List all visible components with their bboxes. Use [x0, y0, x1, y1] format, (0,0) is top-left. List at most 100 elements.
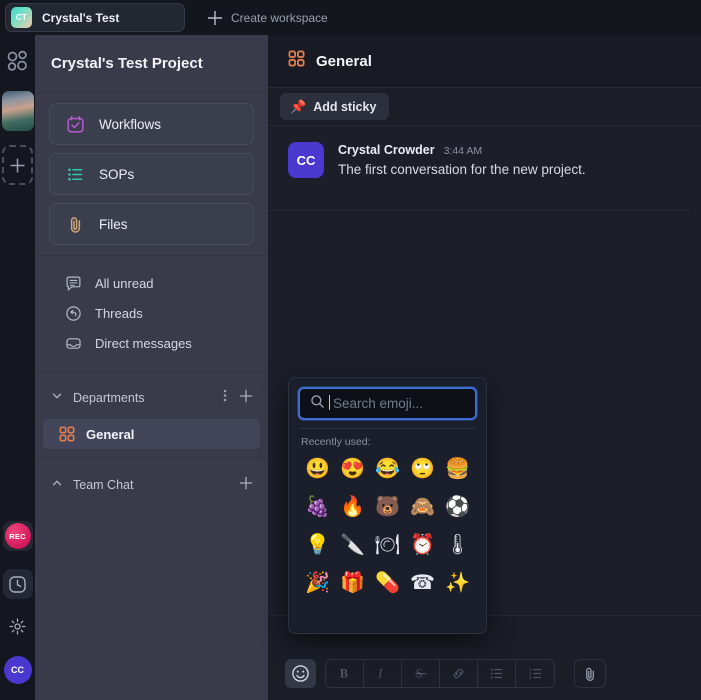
section-title: Departments — [73, 391, 145, 405]
sidebar-item-label: SOPs — [99, 166, 135, 182]
smiley-face-icon[interactable] — [285, 659, 316, 688]
pushpin-icon: 📌 — [290, 98, 307, 114]
svg-text:I: I — [377, 667, 383, 681]
clock-icon[interactable] — [2, 569, 33, 599]
sidebar-nav: All unread Threads Direct messages — [35, 256, 268, 373]
workspace-thumbnail[interactable] — [1, 91, 34, 131]
italic-icon[interactable]: I — [364, 660, 402, 687]
sidebar-section-team-chat: Team Chat — [35, 458, 268, 506]
numbered-list-icon[interactable]: 1 2 3 — [516, 660, 554, 687]
emoji-food-cover[interactable]: 🍽 — [370, 528, 405, 561]
emoji-bear-face[interactable]: 🐻 — [370, 490, 405, 523]
create-workspace-plus-icon[interactable] — [203, 6, 227, 30]
search-icon — [310, 394, 325, 414]
list-icon — [66, 165, 85, 184]
text-caret — [329, 395, 330, 410]
gear-icon[interactable] — [8, 617, 27, 636]
app-window: CT Crystal's Test Create workspace REC C… — [0, 0, 701, 700]
emoji-telephone[interactable]: ☎ — [405, 566, 440, 599]
emoji-fire[interactable]: 🔥 — [335, 490, 370, 523]
left-icon-rail: REC CC — [0, 35, 35, 700]
formatting-button-group: B I S 1 2 3 — [325, 659, 555, 688]
emoji-grid: 😃 😍 😂 🙄 🍔 🍇 🔥 🐻 🙈 ⚽ 💡 🔪 🍽 ⏰ 🌡 🎉 🎁 💊 ☎ ✨ — [298, 452, 477, 599]
sidebar-item-label: Threads — [95, 305, 143, 321]
create-workspace-label[interactable]: Create workspace — [231, 11, 328, 25]
divider — [268, 210, 690, 211]
chevron-up-icon[interactable] — [51, 476, 63, 494]
emoji-hamburger[interactable]: 🍔 — [440, 452, 475, 485]
section-header-departments[interactable]: Departments — [43, 385, 260, 411]
calendar-check-icon — [66, 115, 85, 134]
threads-reply-icon — [65, 305, 82, 322]
emoji-search-input[interactable]: Search emoji... — [298, 387, 477, 420]
recently-used-label: Recently used: — [301, 436, 371, 448]
grid-squares-icon — [59, 426, 75, 442]
user-avatar[interactable]: CC — [3, 656, 32, 684]
section-header-team-chat[interactable]: Team Chat — [43, 472, 260, 498]
emoji-light-bulb[interactable]: 💡 — [300, 528, 335, 561]
project-sidebar: Crystal's Test Project Workflows SOPs Fi… — [35, 35, 268, 700]
more-vertical-icon[interactable] — [218, 388, 232, 408]
composer-toolbar: B I S 1 2 3 — [285, 659, 690, 688]
message-text: The first conversation for the new proje… — [338, 162, 586, 177]
add-workspace-button[interactable] — [2, 145, 33, 185]
sidebar-item-files[interactable]: Files — [49, 203, 254, 245]
emoji-party-popper[interactable]: 🎉 — [300, 566, 335, 599]
record-button[interactable]: REC — [2, 521, 33, 551]
sidebar-item-label: Workflows — [99, 116, 162, 132]
avatar: CC — [288, 142, 324, 178]
add-department-plus-icon[interactable] — [238, 388, 254, 409]
sticky-toolbar: 📌 Add sticky — [268, 88, 701, 126]
emoji-pill-sheet[interactable]: 💊 — [370, 566, 405, 599]
emoji-alarm-clock[interactable]: ⏰ — [405, 528, 440, 561]
sidebar-section-departments: Departments General — [35, 373, 268, 458]
emoji-soccer-ball[interactable]: ⚽ — [440, 490, 475, 523]
message-author: Crystal Crowder — [338, 143, 435, 157]
sidebar-item-general[interactable]: General — [43, 419, 260, 449]
add-team-chat-plus-icon[interactable] — [238, 475, 254, 496]
emoji-grapes[interactable]: 🍇 — [300, 490, 335, 523]
sidebar-cards: Workflows SOPs Files — [35, 93, 268, 256]
sidebar-item-direct-messages[interactable]: Direct messages — [49, 328, 254, 358]
message-timestamp: 3:44 AM — [443, 145, 483, 157]
chevron-down-icon[interactable] — [51, 389, 63, 407]
emoji-see-no-evil-monkey[interactable]: 🙈 — [405, 490, 440, 523]
emoji-smiling-face-with-heart-eyes[interactable]: 😍 — [335, 452, 370, 485]
bullet-list-icon[interactable] — [478, 660, 516, 687]
svg-text:B: B — [340, 667, 348, 681]
sidebar-item-label: Direct messages — [95, 335, 192, 351]
sidebar-item-label: All unread — [95, 275, 154, 291]
emoji-wrapped-gift[interactable]: 🎁 — [335, 566, 370, 599]
emoji-search-placeholder: Search emoji... — [329, 395, 423, 411]
strikethrough-icon[interactable]: S — [402, 660, 440, 687]
emoji-face-with-tears-of-joy[interactable]: 😂 — [370, 452, 405, 485]
workspace-tab-crystals-test[interactable]: CT Crystal's Test — [5, 3, 185, 32]
sidebar-item-threads[interactable]: Threads — [49, 298, 254, 328]
svg-text:3: 3 — [529, 675, 532, 680]
divider — [299, 428, 476, 429]
app-logo-icon[interactable] — [5, 49, 31, 75]
channel-title: General — [316, 52, 372, 70]
workspace-tab-label: Crystal's Test — [42, 10, 120, 25]
emoji-sparkles[interactable]: ✨ — [440, 566, 475, 599]
link-icon[interactable] — [440, 660, 478, 687]
sidebar-item-all-unread[interactable]: All unread — [49, 268, 254, 298]
inbox-icon — [65, 335, 82, 352]
emoji-kitchen-knife[interactable]: 🔪 — [335, 528, 370, 561]
sidebar-item-sops[interactable]: SOPs — [49, 153, 254, 195]
grid-squares-icon — [288, 50, 305, 72]
add-sticky-button[interactable]: 📌 Add sticky — [280, 93, 390, 120]
unread-messages-icon — [65, 275, 82, 292]
page-title: Crystal's Test Project — [35, 35, 268, 93]
bold-icon[interactable]: B — [326, 660, 364, 687]
channel-header: General — [268, 35, 701, 88]
record-label: REC — [4, 523, 31, 549]
sidebar-item-workflows[interactable]: Workflows — [49, 103, 254, 145]
sidebar-item-label: Files — [99, 216, 128, 232]
sidebar-channel-label: General — [86, 426, 135, 442]
emoji-grinning-face-with-big-eyes[interactable]: 😃 — [300, 452, 335, 485]
emoji-face-with-rolling-eyes[interactable]: 🙄 — [405, 452, 440, 485]
attach-file-icon[interactable] — [574, 659, 606, 688]
workspace-avatar-icon: CT — [11, 7, 32, 28]
emoji-thermometer[interactable]: 🌡 — [440, 528, 475, 561]
